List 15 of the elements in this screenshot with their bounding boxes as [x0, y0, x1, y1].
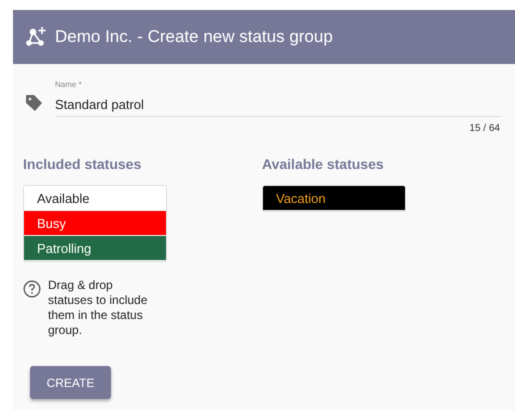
help-text: Drag & drop statuses to include them in the status group.	[48, 278, 148, 338]
network-add-icon	[25, 26, 47, 48]
tag-icon	[25, 94, 43, 112]
status-item[interactable]: Vacation	[263, 186, 405, 211]
window-title: Demo Inc. - Create new status group	[55, 27, 333, 47]
section-heading: Available statuses	[262, 156, 385, 172]
status-item[interactable]: Busy	[24, 211, 166, 236]
field-label: Name *	[55, 80, 83, 89]
help-icon	[23, 280, 41, 298]
section-heading: Included statuses	[23, 156, 142, 172]
name-field[interactable]: Standard patrol	[55, 97, 501, 112]
status-item[interactable]: Patrolling	[24, 236, 166, 261]
status-item[interactable]: Available	[24, 186, 166, 211]
create-button[interactable]: CREATE	[30, 366, 111, 399]
character-counter: 15 / 64	[469, 123, 500, 134]
